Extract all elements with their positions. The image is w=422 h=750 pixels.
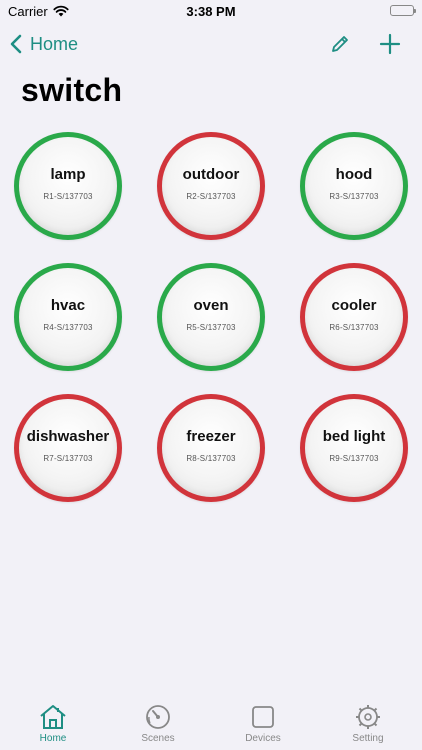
status-bar: Carrier 3:38 PM xyxy=(0,0,422,22)
tab-setting[interactable]: Setting xyxy=(328,702,408,750)
home-icon xyxy=(13,704,93,730)
pencil-icon xyxy=(328,36,352,60)
switch-name: dishwasher xyxy=(26,427,110,445)
tab-label: Setting xyxy=(352,733,384,744)
square-icon xyxy=(223,704,303,730)
tab-home[interactable]: Home xyxy=(13,702,93,750)
switch-id: R7-S/137703 xyxy=(43,453,93,463)
tab-bar: Home Scenes Devices Setting xyxy=(0,702,422,750)
back-button[interactable]: Home xyxy=(10,30,78,58)
switch-name: oven xyxy=(193,296,229,314)
battery-icon xyxy=(390,5,416,16)
back-label: Home xyxy=(30,33,79,54)
switch-id: R9-S/137703 xyxy=(329,453,379,463)
tab-devices[interactable]: Devices xyxy=(223,702,303,750)
switch-dishwasher[interactable]: dishwasher R7-S/137703 xyxy=(14,394,122,502)
tab-scenes[interactable]: Scenes xyxy=(118,702,198,750)
page-title: switch xyxy=(21,72,123,108)
switch-hood[interactable]: hood R3-S/137703 xyxy=(300,132,408,240)
switch-id: R2-S/137703 xyxy=(186,191,236,201)
tab-label: Devices xyxy=(245,733,281,744)
tab-label: Scenes xyxy=(141,733,175,744)
plus-icon xyxy=(378,33,402,60)
switch-cooler[interactable]: cooler R6-S/137703 xyxy=(300,263,408,371)
switch-name: outdoor xyxy=(182,165,240,183)
switch-lamp[interactable]: lamp R1-S/137703 xyxy=(14,132,122,240)
gauge-icon xyxy=(118,704,198,730)
switch-name: hood xyxy=(335,165,373,183)
chevron-left-icon xyxy=(10,34,22,54)
switch-id: R6-S/137703 xyxy=(329,322,379,332)
app-screen: Carrier 3:38 PM Home switch lamp R1-S/13… xyxy=(0,0,422,750)
switch-id: R8-S/137703 xyxy=(186,453,236,463)
switch-outdoor[interactable]: outdoor R2-S/137703 xyxy=(157,132,265,240)
clock: 3:38 PM xyxy=(186,4,236,19)
switch-name: bed light xyxy=(322,427,386,445)
settings-icon xyxy=(328,704,408,730)
switch-name: freezer xyxy=(186,427,236,445)
edit-button[interactable] xyxy=(328,32,352,56)
switch-bed-light[interactable]: bed light R9-S/137703 xyxy=(300,394,408,502)
switch-id: R1-S/137703 xyxy=(43,191,93,201)
switch-oven[interactable]: oven R5-S/137703 xyxy=(157,263,265,371)
switch-id: R3-S/137703 xyxy=(329,191,379,201)
switch-hvac[interactable]: hvac R4-S/137703 xyxy=(14,263,122,371)
switch-name: lamp xyxy=(50,165,86,183)
switch-name: hvac xyxy=(50,296,86,314)
navigation-bar: Home xyxy=(0,22,422,66)
switch-name: cooler xyxy=(331,296,377,314)
switch-id: R4-S/137703 xyxy=(43,322,93,332)
switch-id: R5-S/137703 xyxy=(186,322,236,332)
switch-freezer[interactable]: freezer R8-S/137703 xyxy=(157,394,265,502)
tab-label: Home xyxy=(39,733,67,744)
add-button[interactable] xyxy=(378,32,402,56)
